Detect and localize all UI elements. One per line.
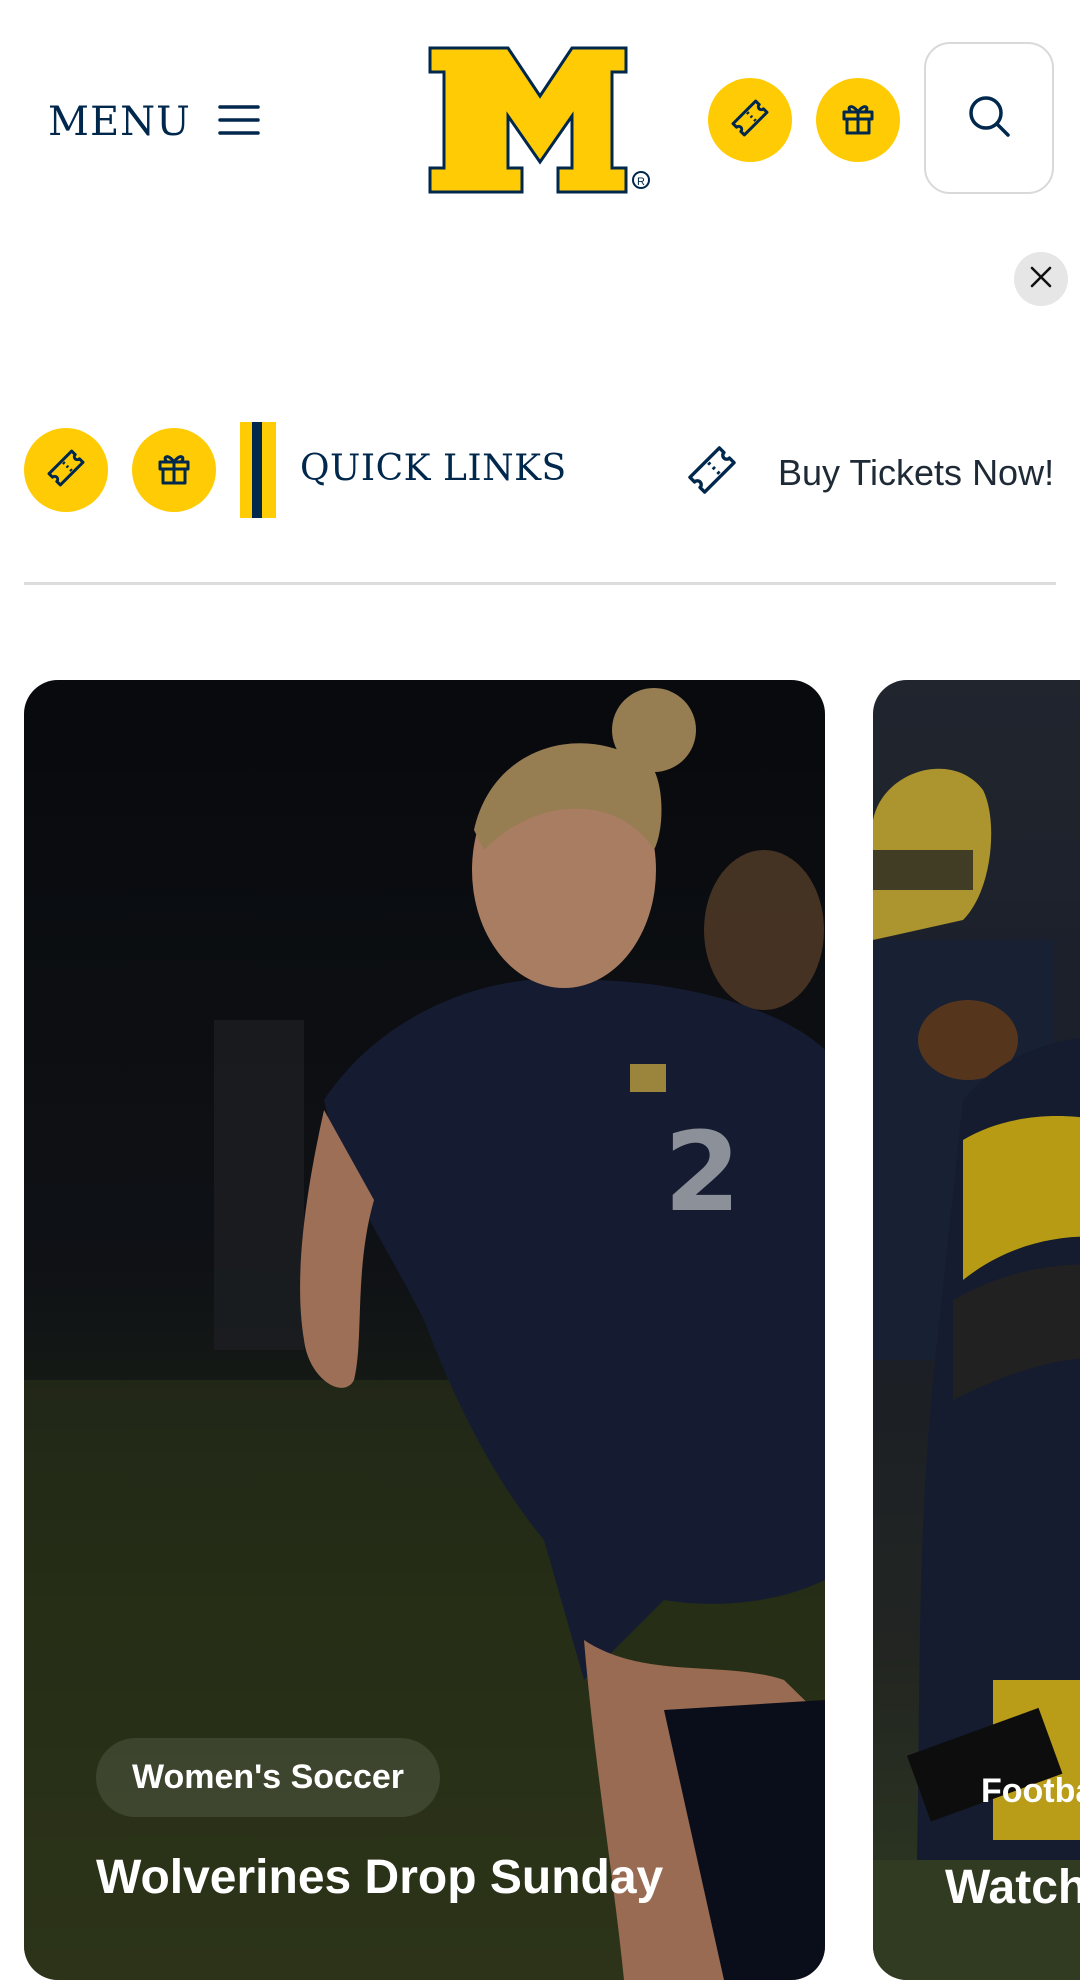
news-card[interactable]: Footba Watch: [873, 680, 1080, 1980]
close-icon [1030, 266, 1052, 293]
ticket-icon [46, 448, 86, 493]
search-button[interactable] [924, 42, 1054, 194]
hamburger-icon [217, 104, 261, 141]
quick-tickets-button[interactable] [24, 428, 108, 512]
ticket-icon [730, 98, 770, 143]
ticket-icon [686, 444, 738, 501]
quick-gift-button[interactable] [132, 428, 216, 512]
gift-icon [155, 449, 193, 492]
buy-tickets-link[interactable]: Buy Tickets Now! [686, 444, 1054, 501]
card-headline[interactable]: Wolverines Drop Sunday [96, 1850, 663, 1905]
card-category-tag[interactable]: Women's Soccer [96, 1738, 440, 1817]
buy-tickets-label: Buy Tickets Now! [778, 451, 1055, 493]
gift-button[interactable] [816, 78, 900, 162]
close-button[interactable] [1014, 252, 1068, 306]
divider [24, 582, 1056, 585]
michigan-logo[interactable]: R [428, 46, 652, 194]
gift-icon [839, 99, 877, 142]
menu-button[interactable]: MENU [48, 96, 261, 148]
card-headline[interactable]: Watch: [945, 1860, 1080, 1915]
card-category-tag[interactable]: Footba [981, 1772, 1080, 1811]
svg-text:R: R [637, 176, 645, 188]
quick-links-title: QUICK LINKS [300, 448, 567, 489]
search-icon [966, 93, 1012, 144]
menu-label: MENU [48, 99, 191, 145]
tickets-button[interactable] [708, 78, 792, 162]
news-card[interactable]: 2 Women's Soccer Wolverines Drop Sunday [24, 680, 825, 1980]
quick-links-accent-bar [240, 422, 276, 518]
